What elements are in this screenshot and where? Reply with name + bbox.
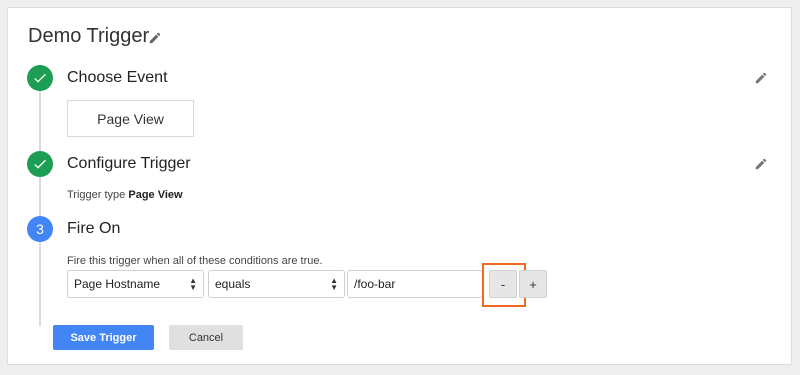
condition-value-text: /foo-bar: [354, 277, 396, 291]
step-timeline: [39, 88, 41, 326]
pencil-icon[interactable]: [754, 71, 768, 85]
trigger-editor-card: Demo Trigger Choose Event Page View Conf…: [7, 7, 792, 365]
operator-select-value: equals: [215, 277, 251, 291]
step-1-status: [27, 65, 53, 91]
step-2-label: Configure Trigger: [67, 155, 191, 172]
check-icon: [34, 159, 46, 169]
up-down-arrows-icon: ▲ ▼: [330, 276, 338, 292]
check-icon: [34, 73, 46, 83]
up-down-arrows-icon: ▲ ▼: [189, 276, 197, 292]
add-condition-button[interactable]: +: [519, 270, 547, 298]
condition-value-input[interactable]: /foo-bar: [347, 270, 483, 298]
fire-on-description: Fire this trigger when all of these cond…: [67, 255, 323, 267]
operator-select[interactable]: equals ▲ ▼: [208, 270, 345, 298]
variable-select-value: Page Hostname: [74, 277, 161, 291]
event-type-box[interactable]: Page View: [67, 100, 194, 137]
step-1-label: Choose Event: [67, 69, 168, 86]
step-3-label: Fire On: [67, 220, 121, 237]
cancel-button[interactable]: Cancel: [169, 325, 243, 350]
pencil-icon[interactable]: [148, 31, 162, 45]
step-3-number: 3: [27, 216, 53, 242]
step-2-status: [27, 151, 53, 177]
event-type-label: Page View: [97, 110, 164, 127]
trigger-type-value: Page View: [128, 189, 183, 201]
trigger-title: Demo Trigger: [28, 25, 150, 47]
pencil-icon[interactable]: [754, 157, 768, 171]
variable-select[interactable]: Page Hostname ▲ ▼: [67, 270, 204, 298]
trigger-type-text: Trigger type Page View: [67, 189, 183, 201]
trigger-type-prefix: Trigger type: [67, 189, 126, 201]
save-trigger-button[interactable]: Save Trigger: [53, 325, 154, 350]
